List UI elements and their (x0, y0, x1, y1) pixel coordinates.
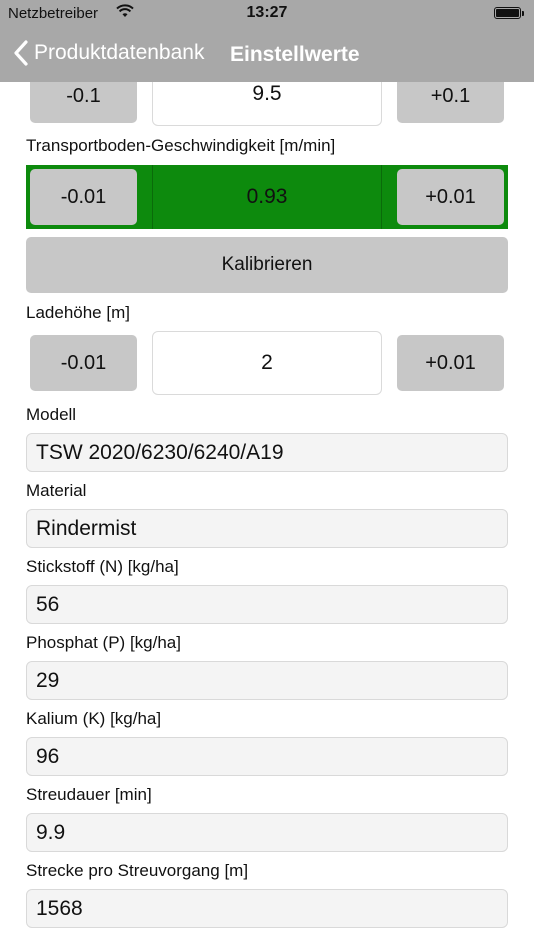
transport-speed-increment-button[interactable]: +0.01 (397, 169, 504, 225)
distance-per-spread-label: Strecke pro Streuvorgang [m] (26, 861, 249, 880)
nitrogen-field[interactable]: 56 (26, 585, 508, 624)
transport-speed-decrement-button[interactable]: -0.01 (30, 169, 137, 225)
potassium-field[interactable]: 96 (26, 737, 508, 776)
battery-icon (494, 7, 521, 19)
model-field[interactable]: TSW 2020/6230/6240/A19 (26, 433, 508, 472)
spread-duration-label: Streudauer [min] (26, 785, 152, 804)
status-bar: Netzbetreiber 13:27 (0, 0, 534, 28)
divider (381, 165, 382, 229)
loading-height-value[interactable]: 2 (152, 331, 382, 395)
loading-height-increment-button[interactable]: +0.01 (397, 335, 504, 391)
spread-duration-field[interactable]: 9.9 (26, 813, 508, 852)
loading-height-decrement-button[interactable]: -0.01 (30, 335, 137, 391)
back-label: Produktdatenbank (34, 41, 205, 64)
back-button[interactable]: Produktdatenbank (14, 40, 204, 66)
transport-speed-value[interactable]: 0.93 (153, 165, 381, 229)
loading-height-label: Ladehöhe [m] (26, 303, 130, 322)
material-field[interactable]: Rindermist (26, 509, 508, 548)
material-label: Material (26, 481, 87, 500)
settings-scroll-view[interactable]: -0.1 9.5 +0.1 Transportboden-Geschwindig… (0, 0, 534, 950)
phosphate-field[interactable]: 29 (26, 661, 508, 700)
potassium-label: Kalium (K) [kg/ha] (26, 709, 162, 728)
battery-tip (522, 11, 524, 16)
model-label: Modell (26, 405, 77, 424)
phosphate-label: Phosphat (P) [kg/ha] (26, 633, 181, 652)
nitrogen-label: Stickstoff (N) [kg/ha] (26, 557, 179, 576)
calibrate-button[interactable]: Kalibrieren (26, 237, 508, 293)
navigation-bar: Produktdatenbank Einstellwerte (0, 28, 534, 82)
transport-speed-label: Transportboden-Geschwindigkeit [m/min] (26, 136, 336, 155)
chevron-left-icon (14, 40, 28, 66)
distance-per-spread-field[interactable]: 1568 (26, 889, 508, 928)
clock: 13:27 (246, 4, 288, 21)
page-title: Einstellwerte (230, 43, 360, 66)
